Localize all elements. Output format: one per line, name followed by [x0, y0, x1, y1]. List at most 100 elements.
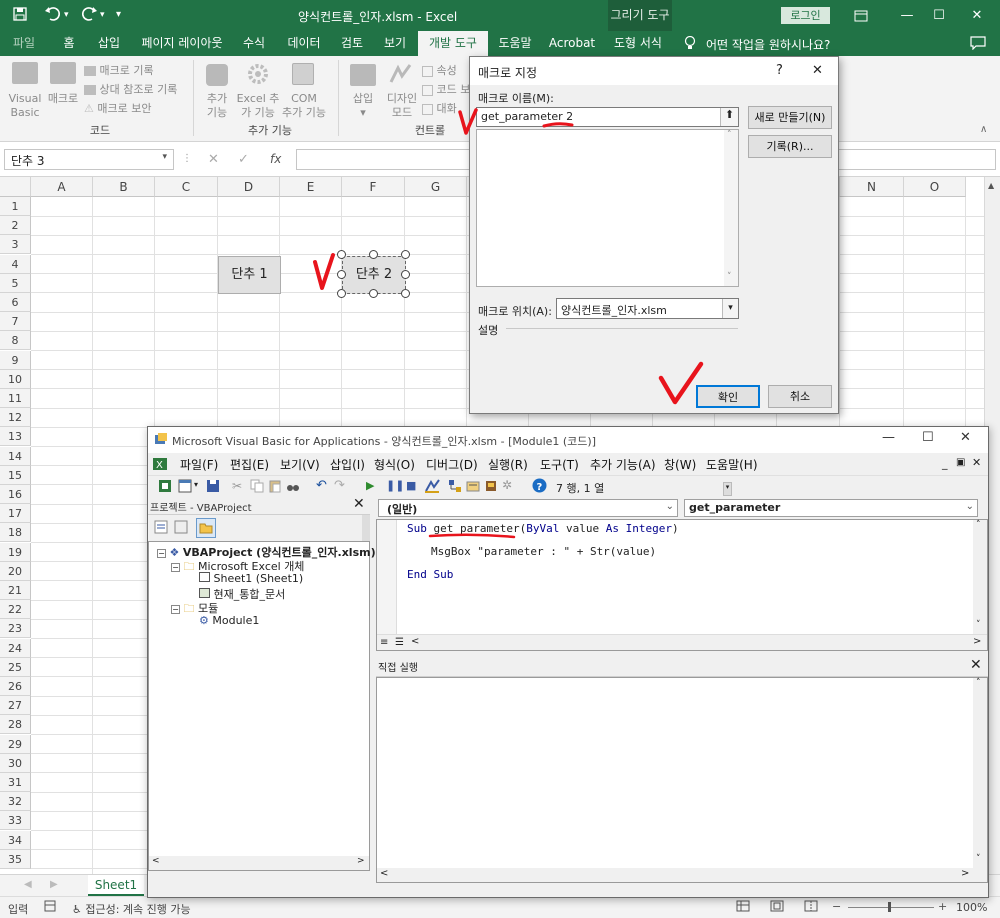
- next-sheet-icon[interactable]: ▶: [50, 879, 58, 890]
- immediate-hscrollbar[interactable]: < >: [377, 868, 987, 882]
- row-header-10[interactable]: 10: [0, 369, 31, 389]
- row-header-31[interactable]: 31: [0, 773, 31, 792]
- row-header-23[interactable]: 23: [0, 619, 31, 639]
- tab-developer[interactable]: 개발 도구: [418, 31, 488, 56]
- full-module-view-icon[interactable]: ☰: [395, 637, 404, 648]
- comments-icon[interactable]: [970, 36, 986, 50]
- column-header-g[interactable]: G: [405, 177, 467, 197]
- tab-help[interactable]: 도움말: [490, 31, 540, 56]
- vbe-menu-view[interactable]: 보기(V): [280, 456, 320, 473]
- tree-scroll-left-icon[interactable]: <: [152, 856, 160, 866]
- row-header-26[interactable]: 26: [0, 677, 31, 696]
- zoom-level[interactable]: 100%: [956, 901, 987, 914]
- macro-location-select[interactable]: 양식컨트롤_인자.xlsm ▾: [556, 298, 739, 319]
- select-all-corner[interactable]: [0, 177, 31, 197]
- resize-handle[interactable]: [401, 270, 410, 279]
- explorer-scrollbar-stub[interactable]: [362, 515, 370, 541]
- child-restore-icon[interactable]: ▣: [956, 457, 965, 468]
- row-header-4[interactable]: 4: [0, 254, 31, 274]
- record-macro-dialog-button[interactable]: 기록(R)...: [748, 135, 832, 158]
- cut-icon[interactable]: ✂: [232, 479, 242, 493]
- run-icon[interactable]: ▶: [366, 479, 374, 492]
- tab-data[interactable]: 데이터: [278, 31, 330, 56]
- row-header-27[interactable]: 27: [0, 696, 31, 716]
- tab-home[interactable]: 홈: [50, 31, 88, 56]
- addins-button[interactable]: 추가 기능: [200, 92, 234, 120]
- excel-addins-button[interactable]: Excel 추 가 기능: [236, 92, 280, 120]
- procedure-combo-dropdown-icon[interactable]: ⌄: [966, 501, 974, 512]
- login-button[interactable]: 로그인: [781, 7, 830, 24]
- sheet-button-1[interactable]: 단추 1: [218, 256, 281, 294]
- list-scroll-down-icon[interactable]: ˅: [727, 272, 732, 282]
- immediate-scroll-right-icon[interactable]: >: [961, 868, 969, 879]
- column-header-d[interactable]: D: [218, 177, 280, 197]
- resize-handle[interactable]: [401, 289, 410, 298]
- vbe-menu-addins[interactable]: 추가 기능(A): [590, 456, 656, 473]
- zoom-in-icon[interactable]: +: [938, 900, 947, 913]
- insert-function-icon[interactable]: fx: [270, 152, 281, 166]
- record-macro-button[interactable]: 매크로 기록: [84, 62, 154, 78]
- tab-insert[interactable]: 삽입: [88, 31, 130, 56]
- redo-icon[interactable]: [80, 6, 98, 22]
- list-scroll-up-icon[interactable]: ˄: [727, 130, 732, 140]
- tell-me-box[interactable]: 어떤 작업을 원하시나요?: [706, 36, 830, 53]
- tree-hscrollbar[interactable]: < >: [149, 856, 369, 870]
- row-header-15[interactable]: 15: [0, 465, 31, 485]
- undo-icon[interactable]: [44, 6, 62, 22]
- tree-node-module1[interactable]: ⚙ Module1: [199, 614, 259, 627]
- save-icon[interactable]: [12, 6, 28, 22]
- object-combo-dropdown-icon[interactable]: ⌄: [666, 501, 674, 512]
- resize-handle[interactable]: [369, 250, 378, 259]
- vbe-menu-debug[interactable]: 디버그(D): [426, 456, 478, 473]
- immediate-scroll-up-icon[interactable]: ˄: [976, 678, 981, 688]
- vbe-menu-tools[interactable]: 도구(T): [540, 456, 579, 473]
- sheet-tab-sheet1[interactable]: Sheet1: [88, 875, 144, 896]
- scroll-up-icon[interactable]: ▲: [988, 181, 994, 190]
- column-header-c[interactable]: C: [155, 177, 218, 197]
- row-header-19[interactable]: 19: [0, 542, 31, 562]
- row-header-2[interactable]: 2: [0, 216, 31, 236]
- project-explorer-icon[interactable]: [448, 479, 462, 493]
- page-break-view-icon[interactable]: [804, 900, 818, 912]
- tab-acrobat[interactable]: Acrobat: [544, 31, 600, 56]
- prev-sheet-icon[interactable]: ◀: [24, 879, 32, 890]
- insert-userform-icon[interactable]: [178, 479, 192, 493]
- zoom-out-icon[interactable]: −: [832, 900, 841, 913]
- macro-list[interactable]: ˄ ˅: [476, 129, 739, 287]
- vbe-redo-icon[interactable]: ↷: [334, 478, 345, 493]
- toolbox-icon[interactable]: ✲: [502, 478, 512, 492]
- zoom-slider-thumb[interactable]: [888, 902, 891, 912]
- collapse-ribbon-icon[interactable]: ∧: [980, 124, 987, 135]
- resize-handle[interactable]: [337, 289, 346, 298]
- vbe-menu-format[interactable]: 형식(O): [374, 456, 415, 473]
- tree-node-sheet1[interactable]: Sheet1 (Sheet1): [199, 572, 303, 585]
- immediate-scroll-left-icon[interactable]: <: [380, 868, 388, 879]
- ok-button[interactable]: 확인: [696, 385, 760, 408]
- code-hscrollbar[interactable]: ≡ ☰ < >: [377, 634, 987, 650]
- resize-handle[interactable]: [369, 289, 378, 298]
- insert-dropdown-icon[interactable]: ▾: [194, 480, 198, 489]
- view-code-toggle-icon[interactable]: [154, 520, 168, 534]
- customize-qat-icon[interactable]: ▾: [116, 9, 121, 20]
- row-header-5[interactable]: 5: [0, 273, 31, 293]
- close-icon[interactable]: ✕: [954, 0, 1000, 31]
- vbe-minimize-icon[interactable]: —: [882, 430, 895, 445]
- dialog-close-button[interactable]: ✕: [812, 63, 823, 78]
- code-scroll-down-icon[interactable]: ˅: [976, 620, 981, 630]
- object-browser-icon[interactable]: [484, 479, 498, 493]
- tab-page-layout[interactable]: 페이지 레이아웃: [132, 31, 232, 56]
- design-mode-toggle-icon[interactable]: [424, 478, 440, 493]
- ribbon-display-icon[interactable]: [838, 0, 884, 31]
- copy-icon[interactable]: [250, 479, 264, 493]
- new-macro-button[interactable]: 새로 만들기(N): [748, 106, 832, 129]
- row-header-28[interactable]: 28: [0, 715, 31, 735]
- redo-dropdown-icon[interactable]: ▾: [100, 10, 105, 20]
- find-icon[interactable]: [286, 479, 300, 493]
- view-code-button[interactable]: 코드 보: [422, 81, 470, 97]
- row-header-9[interactable]: 9: [0, 350, 31, 370]
- row-header-33[interactable]: 33: [0, 811, 31, 831]
- vbe-save-icon[interactable]: [206, 479, 220, 493]
- tab-view[interactable]: 보기: [374, 31, 416, 56]
- vbe-menu-edit[interactable]: 편집(E): [230, 456, 269, 473]
- accessibility-status[interactable]: ♿ 접근성: 계속 진행 가능: [72, 901, 191, 917]
